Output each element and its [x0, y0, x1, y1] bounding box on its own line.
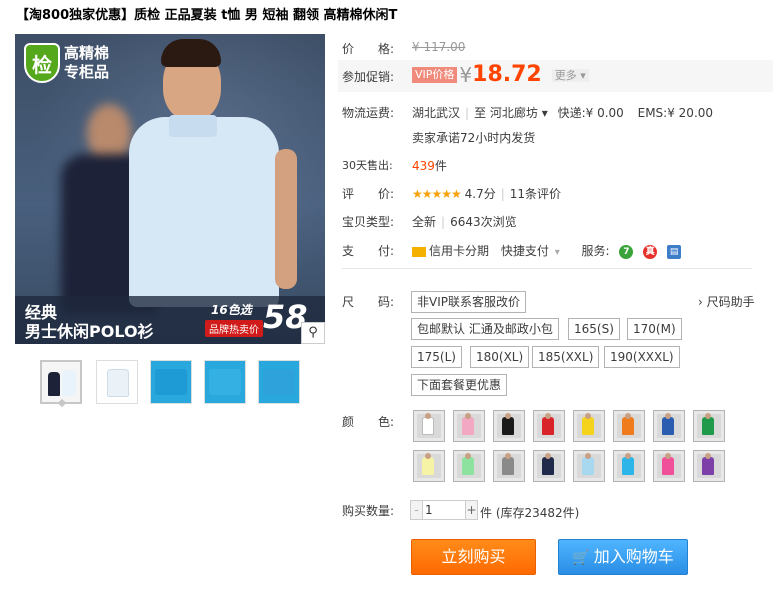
size-option[interactable]: 190(XXXL): [604, 346, 680, 368]
payment-label: 支 付:: [342, 244, 395, 258]
color-swatch[interactable]: [693, 410, 725, 442]
color-swatch[interactable]: [573, 450, 605, 482]
color-swatch[interactable]: [413, 410, 445, 442]
quantity-input[interactable]: [425, 502, 463, 518]
magnifier-icon[interactable]: ⚲: [301, 322, 325, 344]
shipping-label: 物流运费:: [342, 106, 395, 120]
thumbnail-2[interactable]: [96, 360, 138, 404]
size-helper-link[interactable]: › 尺码助手: [698, 293, 755, 310]
color-swatch[interactable]: [493, 450, 525, 482]
banner-hot-label: 品牌热卖价: [205, 320, 263, 337]
thumbnail-3[interactable]: [150, 360, 192, 404]
view-count: 6643次浏览: [450, 215, 517, 229]
genuine-guarantee-icon[interactable]: 真: [643, 244, 658, 259]
service-label: 服务:: [581, 244, 610, 258]
promo-label: 参加促销:: [342, 70, 395, 84]
cart-icon: 🛒: [572, 550, 590, 566]
banner-colors: 16色选: [211, 303, 252, 317]
badge-line1: 高精棉: [64, 44, 110, 62]
quick-pay[interactable]: 快捷支付: [501, 244, 549, 258]
image-banner: 经典 男士休闲POLO衫 16色选 品牌热卖价 58: [15, 296, 325, 344]
size-option[interactable]: 180(XL): [470, 346, 530, 368]
express-fee: 快递:¥ 0.00: [557, 106, 624, 120]
add-to-cart-label: 加入购物车: [593, 547, 674, 566]
original-price: ¥ 117.00: [412, 40, 466, 54]
banner-line2: 男士休闲POLO衫: [25, 322, 154, 341]
buy-now-button[interactable]: 立刻购买: [411, 539, 536, 575]
ship-from: 湖北武汉: [412, 106, 461, 120]
model-white-shirt: [125, 39, 297, 309]
size-option[interactable]: 下面套餐更优惠: [411, 374, 508, 396]
add-to-cart-button[interactable]: 🛒 加入购物车: [558, 539, 688, 575]
color-label: 颜 色:: [342, 415, 395, 429]
color-swatch[interactable]: [573, 410, 605, 442]
color-swatch[interactable]: [693, 450, 725, 482]
color-swatch[interactable]: [453, 450, 485, 482]
rating-label: 评 价:: [342, 187, 395, 201]
chevron-down-icon[interactable]: ▾: [555, 247, 560, 258]
quality-badge: 检 高精棉 专柜品: [24, 43, 134, 83]
delivery-promise: 卖家承诺72小时内发货: [412, 131, 536, 145]
ship-to-label: 至: [474, 106, 487, 120]
quantity-label: 购买数量:: [342, 504, 395, 518]
section-divider: [342, 268, 752, 269]
more-promos-button[interactable]: 更多 ▾: [551, 68, 589, 82]
size-label: 尺 码:: [342, 295, 395, 309]
invoice-icon[interactable]: ▤: [667, 244, 682, 259]
seven-day-return-icon[interactable]: 7: [619, 244, 634, 259]
promo-price: 18.72: [472, 62, 542, 87]
size-option[interactable]: 170(M): [627, 318, 682, 340]
credit-card-icon: [412, 246, 426, 257]
thumbnail-1[interactable]: [40, 360, 82, 408]
thumbnail-4[interactable]: [204, 360, 246, 404]
price-label: 价 格:: [342, 42, 395, 56]
color-swatch[interactable]: [653, 450, 685, 482]
rating-score: 4.7分: [464, 187, 496, 201]
item-condition: 全新: [412, 215, 437, 229]
credit-installment[interactable]: 信用卡分期: [429, 244, 489, 258]
decrease-button[interactable]: -: [411, 501, 423, 519]
color-swatch[interactable]: [533, 410, 565, 442]
shield-icon: 检: [24, 43, 60, 83]
thumbnail-5[interactable]: [258, 360, 300, 404]
vip-price-tag: VIP价格: [412, 66, 458, 83]
currency-symbol: ¥: [459, 62, 473, 87]
stock-info: 件 (库存23482件): [480, 506, 580, 520]
size-option[interactable]: 非VIP联系客服改价: [411, 291, 526, 313]
product-title: 【淘800独家优惠】质检 正品夏装 t恤 男 短袖 翻领 高精棉休闲T: [16, 8, 398, 23]
color-swatch[interactable]: [493, 410, 525, 442]
color-swatch[interactable]: [613, 450, 645, 482]
item-type-label: 宝贝类型:: [342, 215, 395, 229]
reviews-link[interactable]: 11条评价: [510, 187, 561, 201]
color-swatch[interactable]: [533, 450, 565, 482]
color-swatch[interactable]: [653, 410, 685, 442]
ems-fee: EMS:¥ 20.00: [637, 106, 714, 120]
size-option[interactable]: 165(S): [568, 318, 620, 340]
sales-label: 30天售出:: [342, 159, 393, 172]
quantity-stepper: - +: [410, 500, 478, 520]
color-swatch[interactable]: [613, 410, 645, 442]
sales-count: 439: [412, 159, 435, 173]
rating-stars: ★★★★★: [412, 187, 462, 201]
thumbnail-strip: [40, 360, 310, 408]
size-option[interactable]: 175(L): [411, 346, 462, 368]
size-option[interactable]: 包邮默认 汇通及邮政小包: [411, 318, 559, 340]
color-swatch[interactable]: [413, 450, 445, 482]
size-option[interactable]: 185(XXL): [532, 346, 600, 368]
increase-button[interactable]: +: [465, 501, 477, 519]
main-product-image[interactable]: 检 高精棉 专柜品 经典 男士休闲POLO衫 16色选 品牌热卖价 58 ⚲: [15, 34, 325, 344]
sales-unit: 件: [434, 159, 447, 173]
color-swatch[interactable]: [453, 410, 485, 442]
ship-to-select[interactable]: 河北廊坊 ▾: [490, 106, 548, 120]
badge-line2: 专柜品: [64, 63, 110, 81]
